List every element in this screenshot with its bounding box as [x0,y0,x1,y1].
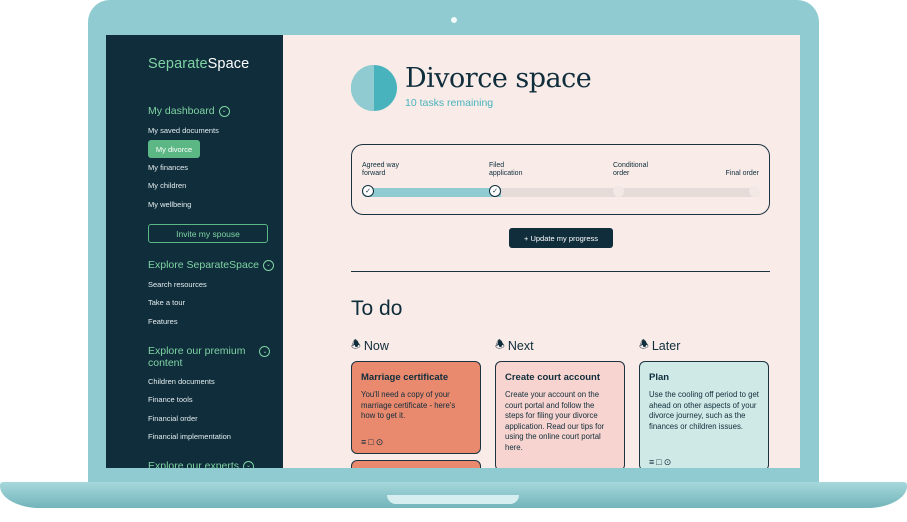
card-body: You'll need a copy of your marriage cert… [361,390,456,420]
stage-pending-dot [613,186,624,197]
bell-snooze-icon: 🕭︎ [639,339,649,351]
card-body: Create your account on the court portal … [505,390,605,452]
sidebar-item-children-documents[interactable]: Children documents [148,377,215,386]
sidebar-item-financial-order[interactable]: Financial order [148,414,198,423]
page-title: Divorce space [405,63,592,94]
column-next-label: Next [507,338,534,353]
column-later-label: Later [651,338,681,353]
sidebar-item-finance-tools[interactable]: Finance tools [148,395,193,404]
sidebar-item-saved-documents[interactable]: My saved documents [148,126,219,135]
camera-icon [451,17,457,23]
task-card-peek[interactable] [351,460,481,468]
attachment-icon[interactable]: ⊙ [664,457,674,467]
chevron-down-icon: ⌄ [218,105,230,117]
task-card-court-account[interactable]: Create court account Create your account… [495,361,625,468]
sidebar: SeparateSpace My dashboard ⌄ My saved do… [106,35,283,468]
laptop-notch [387,495,519,504]
stage-label-filed-line1: Filed [489,162,505,169]
stage-check-icon: ✓ [489,185,501,197]
stage-check-icon: ✓ [362,185,374,197]
update-progress-button[interactable]: + Update my progress [509,228,613,248]
card-actions: ≡□⊙ [649,457,673,468]
stage-label-filed-line2: application [489,170,523,177]
task-card-marriage-certificate[interactable]: Marriage certificate You'll need a copy … [351,361,481,454]
premium-heading-line2: content [148,357,183,369]
section-divider [351,271,770,272]
comment-icon[interactable]: □ [368,437,375,447]
tasks-remaining: 10 tasks remaining [405,97,494,109]
task-card-plan[interactable]: Plan Use the cooling off period to get a… [639,361,769,468]
explore-heading: Explore SeparateSpace [148,259,259,271]
card-title: Plan [649,372,670,383]
premium-section-toggle[interactable]: Explore our premium content ⌄ [148,345,271,369]
comment-icon[interactable]: □ [656,457,663,467]
todo-heading: To do [351,297,403,320]
progress-fill [362,188,502,197]
dashboard-section-toggle[interactable]: My dashboard ⌄ [148,105,230,117]
logo-text-space: Space [207,56,250,72]
column-next-heading: 🕭︎ Next [495,336,534,355]
stage-label-conditional-line1: Conditional [613,162,649,169]
chevron-down-icon: ⌄ [243,460,255,468]
sidebar-item-features[interactable]: Features [148,317,178,326]
chevron-down-icon: ⌄ [259,346,271,357]
app-screen: SeparateSpace My dashboard ⌄ My saved do… [106,35,800,468]
sidebar-item-children[interactable]: My children [148,181,186,190]
progress-tracker: Agreed way forward Filed application Condi… [351,144,770,215]
column-later-heading: 🕭︎ Later [639,336,680,355]
stage-label-conditional: Conditional order [613,162,648,178]
sidebar-item-take-tour[interactable]: Take a tour [148,298,185,307]
invite-spouse-button[interactable]: Invite my spouse [148,224,268,243]
card-actions: ≡□⊙ [361,437,385,448]
bell-icon: 🕭︎ [495,339,505,351]
stage-label-conditional-line2: order [613,170,630,177]
stage-label-agreed: Agreed way forward [362,162,399,178]
card-title: Create court account [505,372,601,383]
dashboard-heading: My dashboard [148,105,215,117]
sidebar-item-my-divorce[interactable]: My divorce [148,140,200,158]
sidebar-item-finances[interactable]: My finances [148,163,188,172]
column-now-heading: 🕭︎ Now [351,336,389,355]
sidebar-item-wellbeing[interactable]: My wellbeing [148,200,191,209]
progress-track [362,188,760,197]
chevron-down-icon: ⌄ [262,259,274,271]
stage-label-final: Final order [725,170,759,177]
premium-heading-line1: Explore our premium [148,345,246,357]
main-content: Divorce space 10 tasks remaining Agreed … [283,35,800,468]
sidebar-item-financial-implementation[interactable]: Financial implementation [148,432,231,441]
premium-heading: Explore our premium content [148,345,245,369]
experts-heading: Explore our experts [148,460,240,468]
stage-label-filed: Filed application [489,162,522,178]
stage-label-agreed-line2: forward [362,170,386,177]
app-logo[interactable]: SeparateSpace [148,56,249,72]
divorce-progress-icon [351,65,397,111]
card-body: Use the cooling off period to get ahead … [649,390,759,431]
experts-section-toggle[interactable]: Explore our experts ⌄ [148,460,255,468]
explore-section-toggle[interactable]: Explore SeparateSpace ⌄ [148,259,274,271]
stage-pending-dot [749,186,760,197]
attachment-icon[interactable]: ⊙ [376,437,386,447]
column-now-label: Now [363,338,389,353]
stage-label-agreed-line1: Agreed way [362,162,399,169]
sidebar-item-search-resources[interactable]: Search resources [148,280,207,289]
bell-ringing-icon: 🕭︎ [351,339,361,351]
card-title: Marriage certificate [361,372,449,383]
logo-text-separate: Separate [148,56,208,72]
